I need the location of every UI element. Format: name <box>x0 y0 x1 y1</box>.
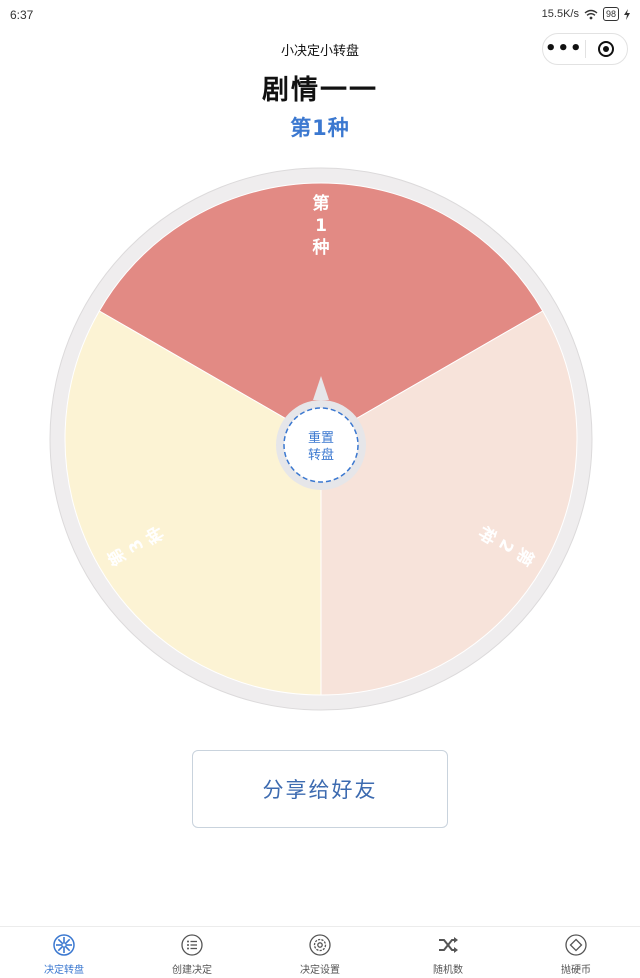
tab-label: 抛硬币 <box>561 965 591 976</box>
tab-decision-settings[interactable]: 决定设置 <box>256 927 384 978</box>
tab-label: 决定转盘 <box>44 965 84 976</box>
tab-random-number[interactable]: 随机数 <box>384 927 512 978</box>
battery-indicator: 98 <box>602 7 619 21</box>
reset-wheel-button[interactable] <box>276 400 366 490</box>
more-dots-icon[interactable]: ••• <box>543 40 585 58</box>
tab-label: 随机数 <box>433 965 463 976</box>
wheel-label-char: 种 <box>312 237 330 258</box>
wheel-label-char: 1 <box>315 216 327 236</box>
share-to-friends-button[interactable]: 分享给好友 <box>192 750 448 828</box>
wifi-icon <box>584 9 598 20</box>
network-speed: 15.5K/s <box>541 8 579 20</box>
spin-wheel[interactable]: 第1种第2种第3种 重置 转盘 <box>48 166 594 712</box>
tab-spin-wheel[interactable]: 决定转盘 <box>0 927 128 978</box>
bottom-tab-bar: 决定转盘 创建决定 决定设置 随机数 抛硬币 <box>0 926 640 978</box>
tab-coin-flip[interactable]: 抛硬币 <box>512 927 640 978</box>
coin-icon <box>564 933 588 957</box>
shuffle-icon <box>436 933 460 957</box>
tab-create-decision[interactable]: 创建决定 <box>128 927 256 978</box>
status-time: 6:37 <box>10 8 34 22</box>
mini-program-capsule: ••• <box>542 33 628 65</box>
result-label: 第1种 <box>290 116 350 140</box>
status-bar: 6:37 15.5K/s 98 <box>0 0 640 30</box>
wheel-label-char: 第 <box>313 193 330 214</box>
charging-icon <box>624 8 630 20</box>
settings-gear-icon <box>308 933 332 957</box>
status-indicators: 15.5K/s 98 <box>542 7 630 21</box>
tab-label: 创建决定 <box>172 965 212 976</box>
wheel-segment-label-1: 第1种 <box>312 193 330 258</box>
target-icon[interactable] <box>585 40 627 58</box>
spinner-wheel-icon <box>52 933 76 957</box>
tab-label: 决定设置 <box>300 965 340 976</box>
decision-title: 剧情一一 <box>262 75 378 106</box>
list-icon <box>180 933 204 957</box>
